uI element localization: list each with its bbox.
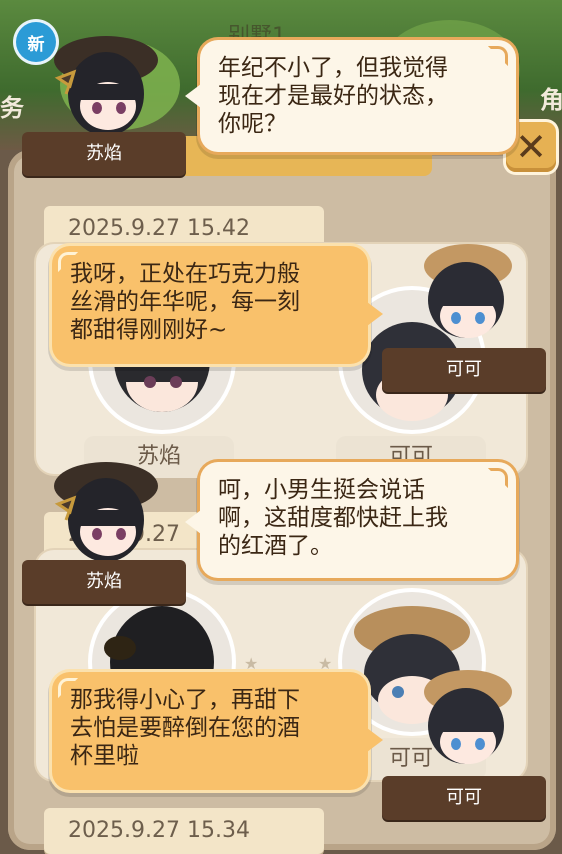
dialogue-line: 你呢？ [218,111,287,137]
dialogue-line: 呵，小男生挺会说话 [218,477,425,503]
dialogue-line: 啊，这甜度都快赶上我 [218,505,448,531]
record-date: 2025.9.27 15.34 [44,808,324,854]
dialogue-bubble[interactable]: 我呀，正处在巧克力般 丝滑的年华呢，每一刻 都甜得刚刚好~ [52,246,383,364]
dialogue-line: 都甜得刚刚好~ [70,317,228,343]
bubble-corner [58,252,78,272]
dialogue-bubble[interactable]: 呵，小男生挺会说话 啊，这甜度都快赶上我 的红酒了。 [185,462,516,578]
task-tab-label[interactable]: 务 [0,88,24,123]
speaker-name: 苏焰 [22,560,186,604]
close-icon: ✕ [515,125,547,169]
avatar-suyan [44,456,164,570]
bubble-corner [488,468,508,488]
dialogue-bubble[interactable]: 那我得小心了，再甜下 去怕是要醉倒在您的酒 杯里啦 [52,672,383,790]
bubble-corner [488,46,508,66]
avatar-suyan [44,30,164,144]
dialogue-line: 那我得小心了，再甜下 [70,687,300,713]
dialogue-bubble[interactable]: 年纪不小了，但我觉得 现在才是最好的状态， 你呢？ [185,40,516,152]
dialogue-line: 年纪不小了，但我觉得 [218,55,448,81]
avatar-keke [410,236,520,350]
star-icon: ★ [244,654,259,673]
speaker-name: 苏焰 [22,132,186,176]
star-icon: ★ [318,654,333,673]
speaker-name: 可可 [382,348,546,392]
dialogue-line: 丝滑的年华呢，每一刻 [70,289,300,315]
avatar-keke [410,662,520,776]
bubble-tail [367,728,383,752]
dialogue-line: 杯里啦 [70,743,139,769]
bubble-tail [367,302,383,326]
dialogue-line: 现在才是最好的状态， [218,83,448,109]
dialogue-line: 我呀，正处在巧克力般 [70,261,300,287]
role-tab-label[interactable]: 角 [540,80,562,115]
bubble-tail [185,510,201,534]
bubble-corner [58,678,78,698]
speaker-name: 可可 [382,776,546,820]
bubble-tail [185,84,201,108]
dialogue-line: 的红酒了。 [218,533,333,559]
dialogue-line: 去怕是要醉倒在您的酒 [70,715,300,741]
